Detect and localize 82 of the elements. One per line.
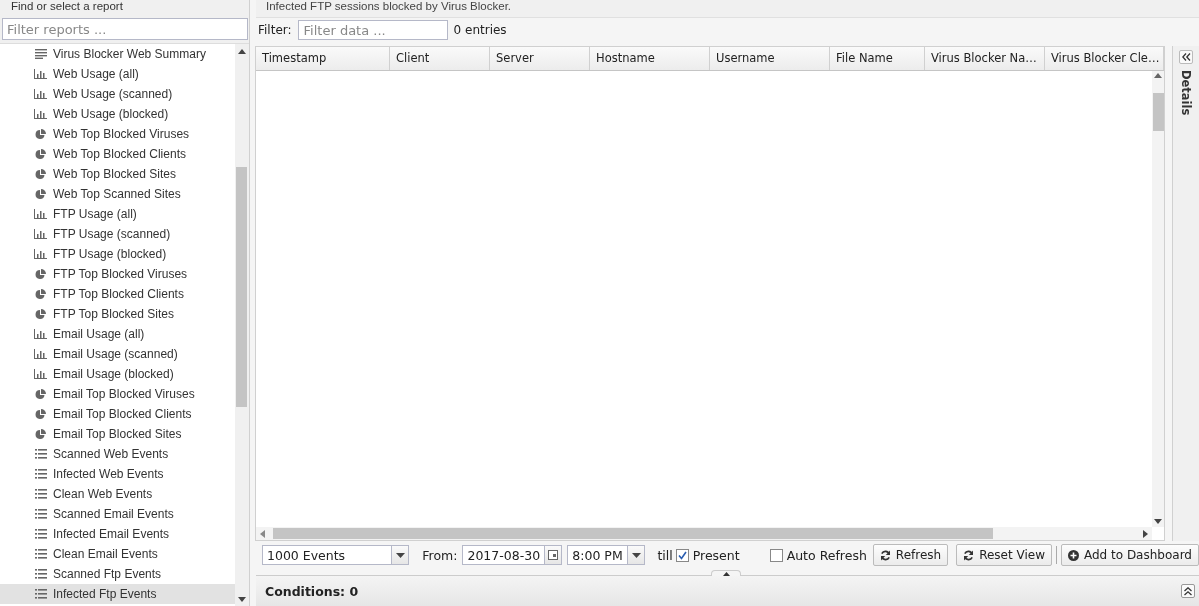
checkbox-label: Present <box>692 547 740 563</box>
report-label: Email Top Blocked Sites <box>53 427 182 441</box>
report-description: Infected FTP sessions blocked by Virus Blocker. <box>256 0 1199 18</box>
report-label: Email Top Blocked Clients <box>53 407 192 421</box>
report-label: Web Top Blocked Clients <box>53 147 186 161</box>
refresh-button[interactable]: Refresh <box>872 544 949 566</box>
report-item[interactable]: Web Usage (blocked) <box>0 104 235 124</box>
column-header[interactable]: Virus Blocker Na… <box>925 47 1045 70</box>
details-label: Details <box>1179 70 1193 116</box>
column-header[interactable]: File Name <box>830 47 925 70</box>
report-item[interactable]: Email Usage (blocked) <box>0 364 235 384</box>
report-item[interactable]: Email Top Blocked Clients <box>0 404 235 424</box>
report-item[interactable]: Email Top Blocked Sites <box>0 424 235 444</box>
report-label: Virus Blocker Web Summary <box>53 47 206 61</box>
report-label: FTP Usage (scanned) <box>53 227 171 241</box>
report-item[interactable]: Web Top Blocked Clients <box>0 144 235 164</box>
report-item[interactable]: FTP Usage (all) <box>0 204 235 224</box>
report-item[interactable]: Web Usage (scanned) <box>0 84 235 104</box>
report-label: Web Usage (scanned) <box>53 87 173 101</box>
report-label: Infected Web Events <box>53 467 164 481</box>
time-dropdown[interactable]: 8:00 PM <box>567 545 646 565</box>
report-item[interactable]: Web Top Blocked Sites <box>0 164 235 184</box>
report-label: Web Usage (blocked) <box>53 107 169 121</box>
report-label: Email Usage (blocked) <box>53 367 174 381</box>
column-header[interactable]: Timestamp <box>256 47 390 70</box>
report-item[interactable]: Scanned Web Events <box>0 444 235 464</box>
report-item[interactable]: FTP Usage (scanned) <box>0 224 235 244</box>
report-label: FTP Top Blocked Sites <box>53 307 174 321</box>
report-label: Web Usage (all) <box>53 67 139 81</box>
report-label: Web Top Scanned Sites <box>53 187 181 201</box>
report-label: Email Top Blocked Viruses <box>53 387 195 401</box>
filter-reports-field[interactable]: Filter reports ... <box>2 18 248 40</box>
report-item[interactable]: Web Top Scanned Sites <box>0 184 235 204</box>
report-item[interactable]: Email Top Blocked Viruses <box>0 384 235 404</box>
report-item[interactable]: Scanned Email Events <box>0 504 235 524</box>
report-label: Scanned Web Events <box>53 447 169 461</box>
report-label: FTP Usage (blocked) <box>53 247 167 261</box>
report-label: Email Usage (scanned) <box>53 347 178 361</box>
till-label: till <box>657 547 673 563</box>
report-label: Web Top Blocked Viruses <box>53 127 190 141</box>
report-item[interactable]: Email Usage (all) <box>0 324 235 344</box>
report-item[interactable]: Virus Blocker Web Summary <box>0 44 235 64</box>
report-item[interactable]: FTP Top Blocked Viruses <box>0 264 235 284</box>
column-header[interactable]: Server <box>490 47 590 70</box>
column-header[interactable]: Username <box>710 47 830 70</box>
report-item[interactable]: Infected Ftp Events <box>0 584 235 604</box>
report-label: Clean Web Events <box>53 487 153 501</box>
report-item[interactable]: Web Usage (all) <box>0 64 235 84</box>
conditions-label: Conditions: 0 <box>265 583 359 599</box>
filter-label: Filter: <box>258 23 292 37</box>
panel-title: Find or select a report <box>10 0 124 12</box>
report-item[interactable]: Web Top Blocked Viruses <box>0 124 235 144</box>
report-item[interactable]: Scanned Ftp Events <box>0 564 235 584</box>
report-item[interactable]: Clean Web Events <box>0 484 235 504</box>
entries-count: 0 entries <box>453 23 507 37</box>
report-item[interactable]: Email Usage (scanned) <box>0 344 235 364</box>
date-field[interactable]: 2017-08-30 <box>462 545 563 565</box>
report-label: Infected Ftp Events <box>53 587 157 601</box>
report-label: FTP Usage (all) <box>53 207 137 221</box>
report-label: Scanned Email Events <box>53 507 174 521</box>
filter-data-field[interactable]: Filter data ... <box>297 20 448 40</box>
report-label: Scanned Ftp Events <box>53 567 162 581</box>
from-label: From: <box>422 547 458 563</box>
event-limit-dropdown[interactable]: 1000 Events <box>262 545 410 565</box>
report-item[interactable]: FTP Usage (blocked) <box>0 244 235 264</box>
report-label: FTP Top Blocked Clients <box>53 287 184 301</box>
report-label: Web Top Blocked Sites <box>53 167 176 181</box>
column-header[interactable]: Client <box>390 47 490 70</box>
report-label: FTP Top Blocked Viruses <box>53 267 188 281</box>
report-item[interactable]: Infected Web Events <box>0 464 235 484</box>
report-item[interactable]: FTP Top Blocked Clients <box>0 284 235 304</box>
checkbox-label: Auto Refresh <box>786 547 867 563</box>
refresh-button[interactable]: Reset View <box>956 544 1052 566</box>
report-label: Infected Email Events <box>53 527 170 541</box>
column-header[interactable]: Hostname <box>590 47 710 70</box>
report-item[interactable]: Infected Email Events <box>0 524 235 544</box>
report-label: Clean Email Events <box>53 547 158 561</box>
column-header[interactable]: Virus Blocker Cle… <box>1045 47 1164 70</box>
add-button[interactable]: Add to Dashboard <box>1060 544 1199 566</box>
report-item[interactable]: Clean Email Events <box>0 544 235 564</box>
report-label: Email Usage (all) <box>53 327 145 341</box>
report-item[interactable]: FTP Top Blocked Sites <box>0 304 235 324</box>
